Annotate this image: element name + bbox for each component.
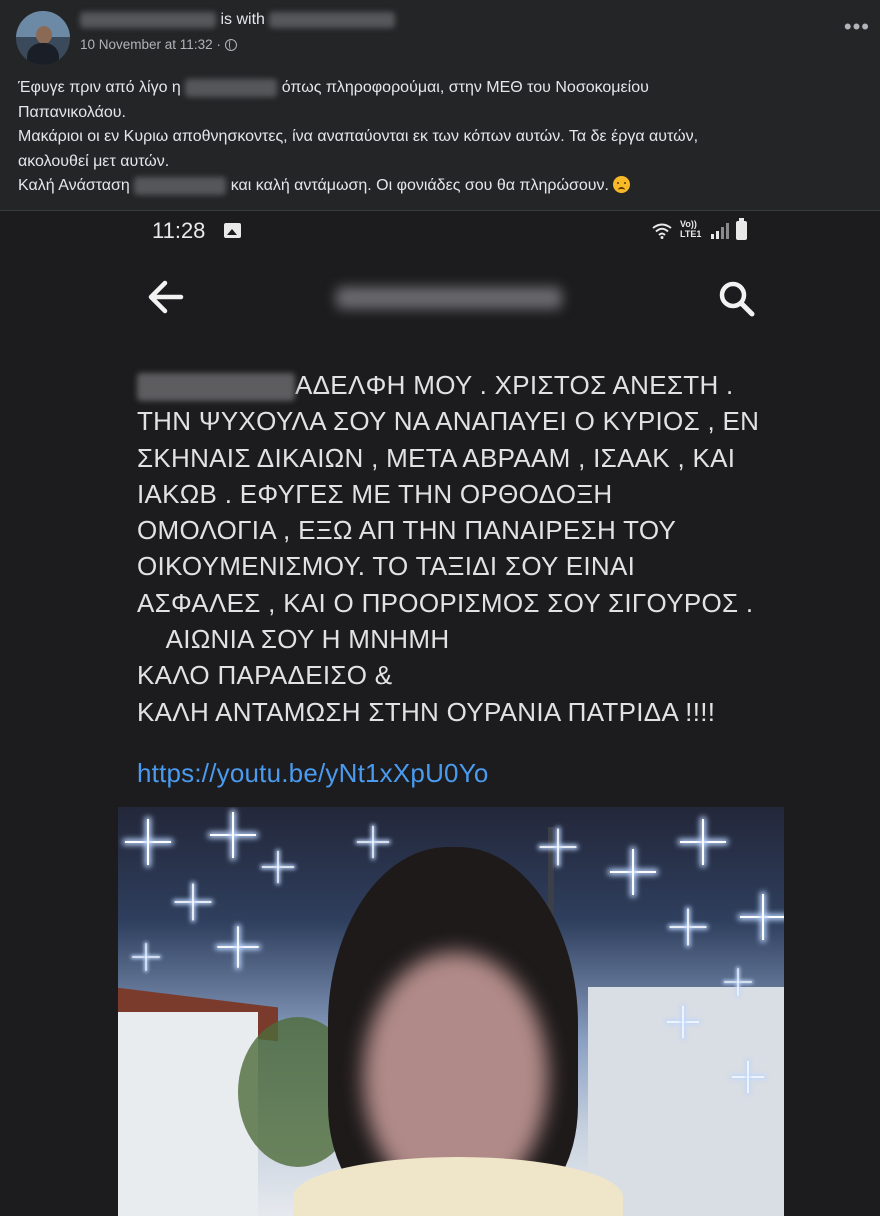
- avatar-head: [36, 26, 52, 44]
- timestamp[interactable]: 10 November at 11:32 ·: [80, 37, 221, 52]
- status-time: 11:28: [152, 218, 206, 243]
- post-text-line: Παπανικολάου.: [18, 103, 126, 121]
- post-text-fragment: και καλή αντάμωση. Οι φονιάδες σου θα πλ…: [230, 177, 609, 194]
- globe-icon: [224, 39, 237, 51]
- sparkle-icon: [680, 819, 726, 865]
- message-line: ΟΙΚΟΥΜΕΝΙΣΜΟΥ. ΤΟ ΤΑΞΙΔΙ ΣΟΥ ΕΙΝΑΙ: [137, 551, 636, 582]
- post-text-line: ακολουθεί μετ αυτών.: [18, 152, 170, 170]
- post-text-line: Μακάριοι οι εν Κυριω αποθνησκοντες, ίνα …: [18, 128, 699, 145]
- redacted-name: [185, 78, 278, 97]
- sparkle-icon: [724, 968, 752, 996]
- avatar[interactable]: [16, 11, 70, 65]
- photo-house: [118, 1012, 258, 1216]
- network-label: Vo)) LTE1: [680, 219, 702, 239]
- message-text: ΑΔΕΛΦΗ ΜΟΥ . ΧΡΙΣΤΟΣ ΑΝΕΣΤΗ . ΤΗΝ ΨΥΧΟΥΛ…: [137, 367, 837, 730]
- message-line: ΚΑΛΗ ΑΝΤΑΜΩΣΗ ΣΤΗΝ ΟΥΡΑΝΙΑ ΠΑΤΡΙΔΑ !!!!: [137, 696, 716, 727]
- sparkle-icon: [610, 849, 656, 895]
- message-line: ΑΣΦΑΛΕΣ , ΚΑΙ Ο ΠΡΟΟΡΙΣΜΟΣ ΣΟΥ ΣΙΓΟΥΡΟΣ …: [137, 587, 754, 618]
- more-options-icon[interactable]: •••: [844, 16, 870, 38]
- post-meta: 10 November at 11:32 ·: [80, 37, 237, 52]
- tagged-name-redacted[interactable]: [269, 11, 396, 28]
- message-line: ΑΙΩΝΙΑ ΣΟΥ Η ΜΝΗΜΗ: [137, 624, 450, 655]
- sparkle-icon: [174, 883, 212, 921]
- sparkle-icon: [731, 1060, 765, 1094]
- redacted-name: [137, 373, 295, 402]
- post-text-fragment: Καλή Ανάσταση: [18, 177, 130, 194]
- author-line: is with: [80, 11, 396, 29]
- sparkle-icon: [125, 819, 171, 865]
- post-header: is with 10 November at 11:32 · •••: [0, 0, 880, 70]
- message-line: ΚΑΛΟ ΠΑΡΑΔΕΙΣΟ &: [137, 660, 393, 691]
- sparkle-icon: [539, 828, 577, 866]
- memorial-photo[interactable]: [118, 807, 784, 1216]
- post-text: Έφυγε πριν από λίγο η όπως πληροφορούμαι…: [18, 76, 868, 199]
- wifi-icon: [652, 223, 672, 239]
- youtube-link[interactable]: https://youtu.be/yNt1xXpU0Yo: [137, 758, 489, 789]
- sparkle-icon: [356, 825, 390, 859]
- post-text-fragment: Έφυγε πριν από λίγο η: [18, 79, 181, 96]
- message-line: ΟΜΟΛΟΓΙΑ , ΕΞΩ ΑΠ ΤΗΝ ΠΑΝΑΙΡΕΣΗ ΤΟΥ: [137, 515, 677, 546]
- sparkle-icon: [261, 850, 295, 884]
- sparkle-icon: [217, 926, 259, 968]
- sparkle-icon: [132, 943, 160, 971]
- message-fragment: ΑΔΕΛΦΗ ΜΟΥ . ΧΡΙΣΤΟΣ ΑΝΕΣΤΗ .: [295, 370, 734, 400]
- with-label: is with: [220, 11, 265, 28]
- phone-screenshot[interactable]: 11:28 Vo)) LTE1 ΑΔΕΛΦΗ ΜΟΥ . ΧΡΙΣΤΟΣ ΑΝΕ…: [0, 211, 880, 1216]
- sparkle-icon: [669, 908, 707, 946]
- sparkle-icon: [210, 812, 256, 858]
- gallery-icon: [224, 223, 241, 238]
- post-text-line: Καλή Ανάσταση και καλή αντάμωση. Οι φονι…: [18, 174, 868, 199]
- sad-emoji-icon: [613, 176, 631, 193]
- message-line: ΙΑΚΩΒ . ΕΦΥΓΕΣ ΜΕ ΤΗΝ ΟΡΘΟΔΟΞΗ: [137, 478, 613, 509]
- signal-icon: [711, 223, 729, 239]
- author-name-redacted[interactable]: [80, 11, 216, 28]
- search-icon[interactable]: [717, 279, 757, 319]
- message-line: ΤΗΝ ΨΥΧΟΥΛΑ ΣΟΥ ΝΑ ΑΝΑΠΑΥΕΙ Ο ΚΥΡΙΟΣ , Ε…: [137, 406, 760, 437]
- back-icon[interactable]: [145, 279, 185, 315]
- sparkle-icon: [740, 894, 784, 940]
- avatar-body: [27, 43, 59, 65]
- message-line: ΣΚΗΝΑΙΣ ΔΙΚΑΙΩΝ , ΜΕΤΑ ΑΒΡΑΑΜ , ΙΣΑΑΚ , …: [137, 442, 736, 473]
- message-line: ΑΔΕΛΦΗ ΜΟΥ . ΧΡΙΣΤΟΣ ΑΝΕΣΤΗ .: [137, 367, 837, 403]
- post-text-fragment: όπως πληροφορούμαι, στην ΜΕΘ του Νοσοκομ…: [281, 79, 649, 96]
- post-text-line: Έφυγε πριν από λίγο η όπως πληροφορούμαι…: [18, 76, 868, 101]
- battery-icon: [736, 218, 747, 240]
- redacted-name: [134, 176, 227, 195]
- sparkle-icon: [666, 1005, 700, 1039]
- conversation-title-redacted: [336, 287, 562, 309]
